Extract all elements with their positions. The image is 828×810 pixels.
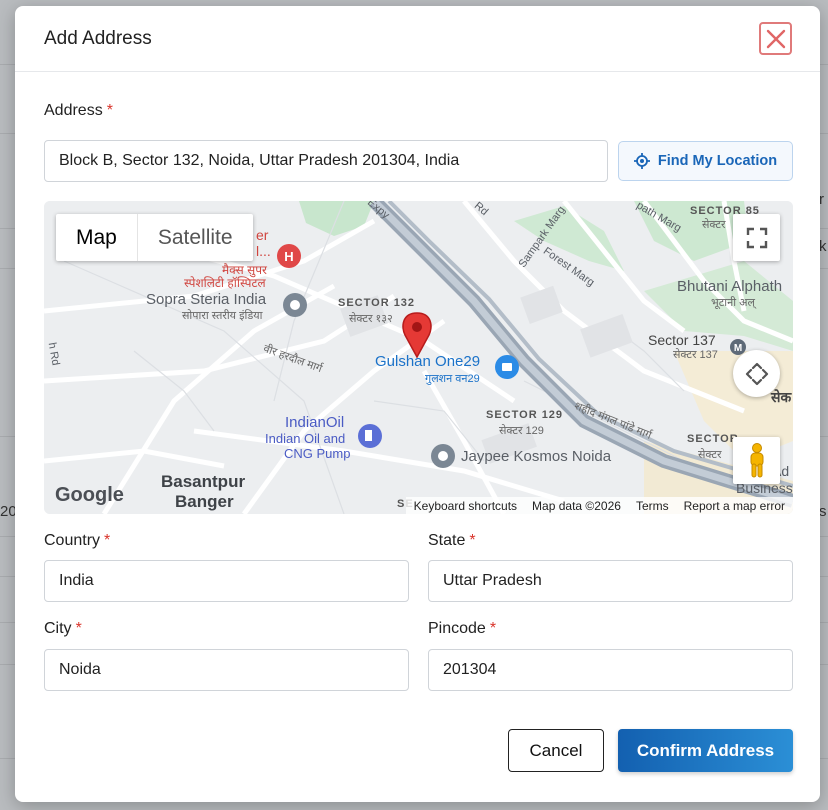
map-label: SECTOR 129 — [486, 409, 564, 421]
svg-text:M: M — [734, 343, 742, 354]
map-label: सेक्टर 137 — [673, 349, 718, 361]
map-label: Sector 137 — [648, 332, 716, 348]
map-type-map-button[interactable]: Map — [56, 214, 138, 261]
modal-header: Add Address — [15, 6, 820, 72]
map-label: सेक्टर — [702, 219, 726, 231]
map-label: l... — [256, 243, 271, 259]
fuel-marker-icon — [358, 424, 382, 448]
state-input[interactable] — [428, 560, 793, 602]
map-label: सेक्टर — [698, 449, 722, 461]
fullscreen-button[interactable] — [733, 214, 780, 261]
map-label: Gulshan One29 — [375, 353, 481, 370]
svg-text:H: H — [284, 249, 293, 264]
pincode-label-text: Pincode — [428, 620, 486, 637]
city-label: City * — [44, 620, 82, 638]
map-label: SECTOR 132 — [338, 297, 416, 309]
map-type-satellite-button[interactable]: Satellite — [138, 214, 253, 261]
shopping-marker-icon — [495, 355, 519, 379]
required-mark: * — [106, 102, 113, 119]
terms-link[interactable]: Terms — [636, 499, 669, 513]
find-my-location-label: Find My Location — [657, 153, 778, 169]
map-data-text: Map data ©2026 — [532, 498, 621, 513]
crosshair-icon — [633, 153, 650, 169]
map-label: Banger — [175, 492, 234, 511]
modal-title: Add Address — [44, 27, 152, 49]
map-label: Basantpur — [161, 472, 246, 491]
hospital-marker-icon: H — [277, 244, 301, 268]
country-label: Country * — [44, 532, 110, 550]
pincode-input[interactable] — [428, 649, 793, 691]
map-label: Sopra Steria India — [146, 291, 267, 308]
office-marker-icon — [283, 293, 307, 317]
add-address-modal: Add Address Address* Find My Location — [15, 6, 820, 802]
city-input[interactable] — [44, 649, 409, 691]
close-button[interactable] — [759, 22, 792, 55]
camera-control-button[interactable] — [733, 350, 780, 397]
required-mark: * — [75, 620, 82, 637]
map-label: सेक्टर १३२ — [349, 313, 393, 325]
city-label-text: City — [44, 620, 72, 637]
fullscreen-icon — [746, 227, 767, 248]
required-mark: * — [469, 532, 476, 549]
map-label: स्पेशलिटी हॉस्पिटल — [184, 276, 266, 290]
map-attribution: Keyboard shortcuts Map data ©2026 Terms … — [405, 497, 793, 514]
address-label-text: Address — [44, 102, 103, 119]
close-icon — [766, 29, 785, 48]
map-label: सेक — [771, 389, 792, 405]
find-my-location-button[interactable]: Find My Location — [618, 141, 793, 181]
map-label: Bhutani Alphath — [677, 278, 783, 295]
map-type-toggle: Map Satellite — [56, 214, 253, 261]
backdrop-text: k — [819, 238, 827, 255]
state-label: State * — [428, 532, 476, 550]
map-label: CNG Pump — [284, 446, 351, 461]
map-label: er — [256, 227, 269, 243]
cancel-button[interactable]: Cancel — [508, 729, 604, 772]
map-label: IndianOil — [285, 414, 345, 431]
report-map-error-link[interactable]: Report a map error — [684, 499, 785, 513]
country-label-text: Country — [44, 532, 101, 549]
pincode-label: Pincode * — [428, 620, 496, 638]
country-input[interactable] — [44, 560, 409, 602]
pegman-icon — [750, 442, 763, 477]
backdrop-text: s — [819, 503, 827, 520]
map-label: SECTOR — [687, 433, 739, 445]
confirm-address-button[interactable]: Confirm Address — [618, 729, 793, 772]
keyboard-shortcuts-link[interactable]: Keyboard shortcuts — [414, 499, 517, 513]
map-label: गुलशन वन29 — [425, 373, 480, 385]
street-view-button[interactable] — [733, 437, 780, 484]
map-label: सोपारा स्तरीय इंडिया — [182, 310, 263, 322]
google-logo: Google — [55, 484, 124, 506]
map-label: भूटानी अल् — [711, 297, 755, 309]
required-mark: * — [489, 620, 497, 637]
address-label: Address * — [44, 102, 113, 120]
required-mark: * — [104, 532, 111, 549]
map-view[interactable]: H M er l... मैक्स सुपर स्पेशलिटी हॉस्पिट… — [44, 201, 793, 514]
address-input[interactable] — [44, 140, 608, 182]
map-label: सेक्टर 129 — [499, 425, 544, 437]
map-label: Indian Oil and — [265, 431, 346, 446]
camera-move-icon — [745, 362, 768, 385]
state-label-text: State — [428, 532, 466, 549]
map-label: Jaypee Kosmos Noida — [461, 448, 612, 465]
place-marker-icon — [431, 444, 455, 468]
